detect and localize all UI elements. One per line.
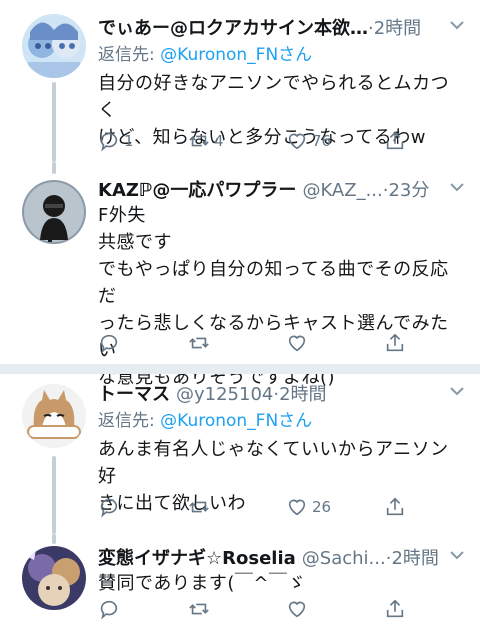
timestamp[interactable]: 2時間: [279, 380, 326, 406]
display-name[interactable]: トーマス: [98, 380, 170, 406]
thread-line: [52, 162, 56, 174]
like-count: 26: [312, 498, 332, 516]
tweet-1[interactable]: でぃあー@ロクアカサイン本欲… · 2時間 返信先: @Kuronon_FNさん…: [0, 0, 480, 162]
tweet-text: 賛同であります(￣^￣ゞ: [98, 573, 306, 594]
reply-to-label: 返信先:: [98, 411, 161, 431]
tweet-header: でぃあー@ロクアカサイン本欲… · 2時間: [98, 14, 464, 40]
reply-button[interactable]: [98, 496, 120, 518]
display-name[interactable]: 変態イザナギ☆Roselia: [98, 544, 296, 570]
tweet-text: F外失 共感です でもやっぱり自分の知ってる曲でその反応だ ったら悲しくなるから…: [98, 205, 449, 388]
retweet-icon: [189, 603, 209, 615]
avatar[interactable]: [22, 384, 86, 448]
chevron-down-icon[interactable]: [450, 20, 464, 30]
timestamp[interactable]: 2時間: [391, 544, 438, 570]
reply-button[interactable]: [98, 332, 120, 354]
reply-icon: [100, 600, 118, 620]
heart-icon: [288, 601, 306, 618]
action-bar: 26: [98, 496, 418, 520]
share-icon: [386, 497, 404, 516]
like-button[interactable]: [286, 332, 308, 354]
timestamp[interactable]: 2時間: [374, 14, 421, 40]
user-handle[interactable]: @KAZ_...: [302, 180, 382, 201]
retweet-icon: [189, 337, 209, 349]
timestamp[interactable]: 23分: [388, 176, 429, 202]
avatar[interactable]: [22, 180, 86, 244]
reply-to-label: 返信先:: [98, 45, 161, 65]
reply-button[interactable]: [98, 598, 120, 620]
tweet-4[interactable]: 変態イザナギ☆Roselia @Sachi... · 2時間 賛同であります(￣…: [0, 534, 480, 632]
heart-icon: [288, 335, 306, 352]
share-button[interactable]: [384, 130, 406, 152]
display-name[interactable]: KAZℙ@一応パワプラー: [98, 176, 296, 202]
share-icon: [386, 131, 404, 150]
conversation-separator: [0, 364, 480, 374]
mention-link[interactable]: @Kuronon_FNさん: [160, 45, 312, 65]
tweet-header: トーマス @y125104 · 2時間: [98, 380, 464, 406]
like-button[interactable]: [286, 598, 308, 620]
thread-line: [52, 82, 56, 162]
tweet-header: 変態イザナギ☆Roselia @Sachi... · 2時間: [98, 544, 464, 570]
tweet-2[interactable]: KAZℙ@一応パワプラー @KAZ_... · 23分 F外失 共感です でもや…: [0, 162, 480, 388]
like-count: 76: [312, 132, 332, 150]
chevron-down-icon[interactable]: [450, 550, 464, 560]
like-button[interactable]: 76: [286, 130, 331, 152]
action-bar: 1 4 76: [98, 130, 418, 154]
heart-icon: [288, 133, 306, 150]
user-handle[interactable]: @y125104: [176, 384, 273, 405]
action-bar: [98, 332, 418, 356]
thread-line: [52, 456, 56, 534]
reply-icon: [100, 498, 118, 518]
reply-button[interactable]: 1: [98, 130, 134, 152]
share-button[interactable]: [384, 598, 406, 620]
avatar[interactable]: [22, 14, 86, 78]
retweet-button[interactable]: [188, 598, 210, 620]
user-handle[interactable]: @Sachi...: [302, 548, 386, 569]
action-bar: [98, 598, 418, 622]
retweet-button[interactable]: 4: [188, 130, 224, 152]
retweet-button[interactable]: [188, 496, 210, 518]
display-name[interactable]: でぃあー@ロクアカサイン本欲…: [98, 14, 368, 40]
reply-to: 返信先: @Kuronon_FNさん: [98, 40, 464, 65]
reply-icon: [100, 132, 118, 152]
retweet-button[interactable]: [188, 332, 210, 354]
share-icon: [386, 599, 404, 618]
share-button[interactable]: [384, 332, 406, 354]
retweet-icon: [189, 135, 209, 147]
like-button[interactable]: 26: [286, 496, 331, 518]
chevron-down-icon[interactable]: [450, 386, 464, 396]
share-button[interactable]: [384, 496, 406, 518]
chevron-down-icon[interactable]: [450, 182, 464, 192]
mention-link[interactable]: @Kuronon_FNさん: [160, 411, 312, 431]
reply-count: 1: [124, 132, 134, 150]
tweet-header: KAZℙ@一応パワプラー @KAZ_... · 23分: [98, 176, 464, 202]
thread-line: [52, 534, 56, 544]
avatar[interactable]: [22, 546, 86, 610]
retweet-count: 4: [214, 132, 224, 150]
heart-icon: [288, 499, 306, 516]
retweet-icon: [189, 501, 209, 513]
tweet-3[interactable]: トーマス @y125104 · 2時間 返信先: @Kuronon_FNさん あ…: [0, 374, 480, 534]
reply-icon: [100, 334, 118, 354]
share-icon: [386, 333, 404, 352]
reply-to: 返信先: @Kuronon_FNさん: [98, 406, 464, 431]
